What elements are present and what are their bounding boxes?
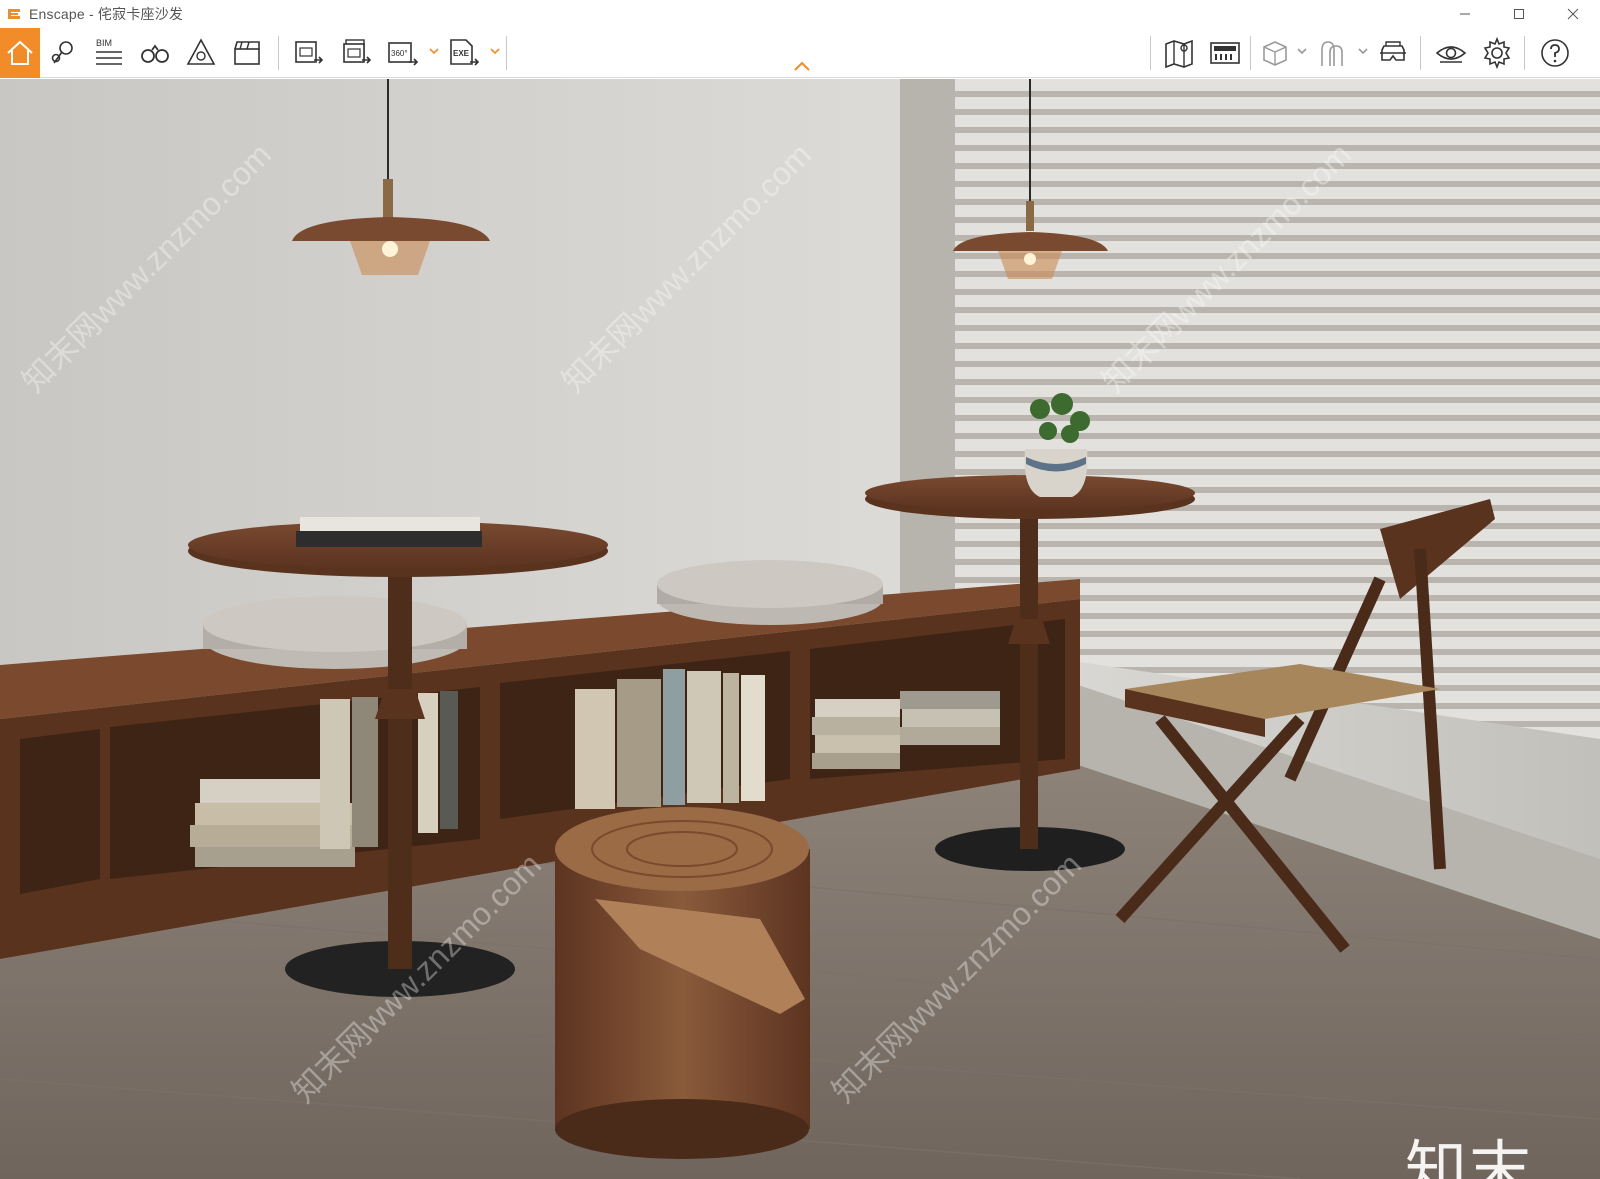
chevron-down-icon	[1358, 48, 1368, 55]
exe-label: EXE	[453, 49, 470, 58]
visual-settings-panel-icon	[1210, 42, 1240, 64]
panorama-dropdown[interactable]	[428, 44, 440, 58]
cube-view-dropdown[interactable]	[1296, 44, 1308, 58]
binoculars-button[interactable]	[134, 32, 176, 74]
atmosphere-triangle-icon	[186, 38, 216, 65]
chevron-up-icon	[794, 61, 810, 71]
eye-visibility-icon	[1435, 46, 1467, 63]
visual-settings-button[interactable]	[1204, 32, 1246, 74]
bim-label: BIM	[96, 38, 112, 48]
brand-logo-text: 知末	[1405, 1133, 1534, 1179]
collapse-toolbar-button[interactable]	[790, 59, 814, 73]
people-assets-dropdown[interactable]	[1357, 44, 1369, 58]
minimize-button[interactable]	[1438, 0, 1492, 28]
screenshot-export-button[interactable]	[288, 32, 330, 74]
window-title: Enscape - 侘寂卡座沙发	[29, 6, 184, 22]
batch-render-button[interactable]	[336, 32, 378, 74]
toolbar-separator	[1150, 36, 1151, 70]
vr-headset-button[interactable]	[1372, 32, 1414, 74]
atmosphere-button[interactable]	[180, 32, 222, 74]
location-pins-icon	[51, 41, 73, 64]
batch-render-icon	[343, 39, 372, 64]
map-icon	[1165, 39, 1193, 69]
tree-stump-stool	[555, 807, 810, 1159]
home-button[interactable]	[0, 28, 40, 78]
panorama-button[interactable]: 360°	[382, 32, 424, 74]
toolbar-separator	[278, 36, 279, 70]
bim-button[interactable]: BIM	[88, 32, 130, 74]
export-exe-button[interactable]: EXE	[442, 32, 484, 74]
toolbar-separator	[1420, 36, 1421, 70]
chevron-down-icon	[429, 48, 439, 55]
cube-view-icon	[1263, 41, 1287, 66]
export-exe-dropdown[interactable]	[489, 44, 501, 58]
video-editor-button[interactable]	[226, 32, 268, 74]
chevron-down-icon	[490, 48, 500, 55]
toolbar: BIM 360° EXE	[0, 28, 1600, 78]
title-bar: Enscape - 侘寂卡座沙发	[0, 0, 1600, 28]
close-button[interactable]	[1546, 0, 1600, 28]
enscape-logo-icon	[5, 5, 23, 23]
toolbar-separator	[1250, 36, 1251, 70]
help-button[interactable]	[1534, 32, 1576, 74]
map-button[interactable]	[1158, 32, 1200, 74]
panorama-360-icon: 360°	[388, 42, 419, 66]
help-icon	[1541, 39, 1569, 67]
people-assets-button[interactable]	[1312, 32, 1354, 74]
chevron-down-icon	[1297, 48, 1307, 55]
render-viewport[interactable]: 知末网www.znzmo.com 知末网www.znzmo.com 知末网www…	[0, 79, 1600, 1179]
binoculars-icon	[141, 44, 169, 63]
rendered-scene	[0, 79, 1600, 1179]
toolbar-separator	[506, 36, 507, 70]
panorama-label: 360°	[391, 49, 408, 58]
books-middle	[575, 669, 765, 809]
location-pins-button[interactable]	[42, 32, 84, 74]
export-exe-icon: EXE	[450, 39, 480, 66]
bim-list-icon: BIM	[96, 38, 122, 65]
settings-button[interactable]	[1476, 32, 1518, 74]
toolbar-separator	[1524, 36, 1525, 70]
cube-view-button[interactable]	[1254, 32, 1296, 74]
gear-icon	[1483, 36, 1511, 70]
vr-headset-icon	[1380, 41, 1406, 61]
clapperboard-icon	[234, 41, 260, 65]
people-assets-icon	[1321, 41, 1343, 66]
home-icon	[7, 40, 33, 65]
visibility-button[interactable]	[1430, 32, 1472, 74]
maximize-button[interactable]	[1492, 0, 1546, 28]
screenshot-export-icon	[295, 41, 324, 64]
